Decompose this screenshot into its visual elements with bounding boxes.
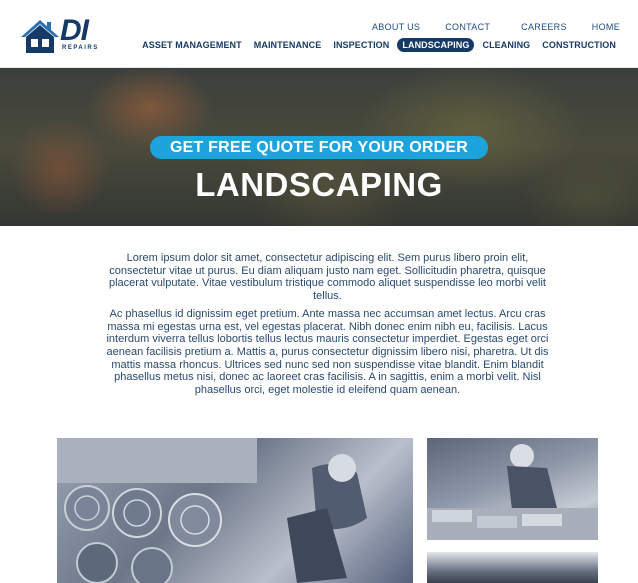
nav-item-cleaning[interactable]: CLEANING [478,38,534,52]
paving-worker-photo [427,438,598,540]
paving-illustration [427,444,598,540]
nav-item-inspection[interactable]: INSPECTION [329,38,393,52]
intro-text: Lorem ipsum dolor sit amet, consectetur … [100,252,555,402]
logo-subtitle: REPAIRS [62,45,99,51]
nav-item-asset-management[interactable]: ASSET MANAGEMENT [138,38,246,52]
intro-paragraph-2: Ac phasellus id dignissim eget pretium. … [106,307,549,397]
page-title: LANDSCAPING [195,166,443,203]
garden-work-photo [427,552,598,583]
nav-item-landscaping[interactable]: LANDSCAPING [397,38,475,52]
top-nav: ABOUT US CONTACT CAREERS HOME [372,22,620,32]
main-nav: ASSET MANAGEMENT MAINTENANCE INSPECTION … [134,38,620,52]
nav-item-construction[interactable]: CONSTRUCTION [538,38,620,52]
nav-item-maintenance[interactable]: MAINTENANCE [250,38,326,52]
landscaping-turf-rolls-photo [57,438,413,583]
intro-paragraph-1: Lorem ipsum dolor sit amet, consectetur … [109,252,546,303]
site-header: DI REPAIRS ABOUT US CONTACT CAREERS HOME… [0,0,638,68]
free-quote-button[interactable]: GET FREE QUOTE FOR YOUR ORDER [150,136,488,159]
nav-link-contact[interactable]: CONTACT [445,22,490,32]
nav-link-about-us[interactable]: ABOUT US [372,22,420,32]
turf-rolls-illustration [57,438,367,583]
house-logo-icon [21,20,59,53]
nav-link-careers[interactable]: CAREERS [521,22,567,32]
hero-banner: GET FREE QUOTE FOR YOUR ORDER LANDSCAPIN… [0,68,638,226]
nav-link-home[interactable]: HOME [592,22,620,32]
logo-wordmark: DI [60,14,89,47]
